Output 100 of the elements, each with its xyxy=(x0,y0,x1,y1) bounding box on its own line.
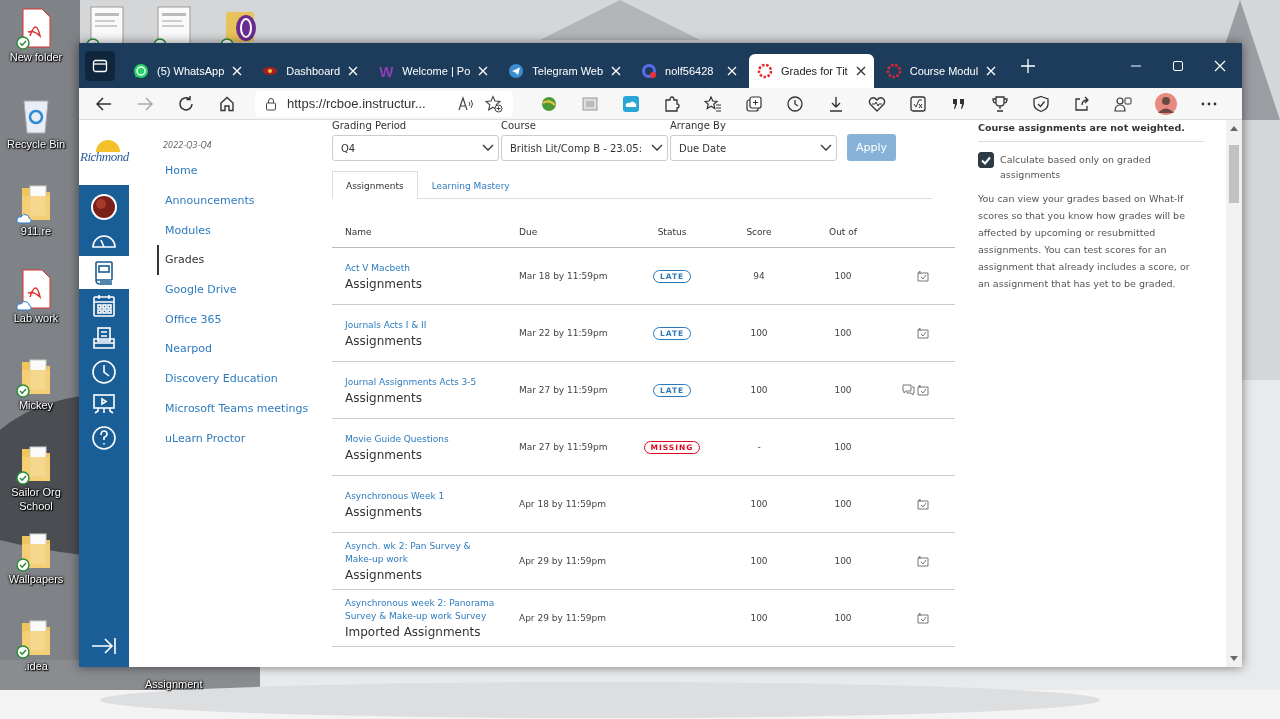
course-nav-link[interactable]: Announcements xyxy=(157,185,332,216)
tab-actions-button[interactable] xyxy=(85,50,115,81)
assignment-group: Assignments xyxy=(345,447,519,462)
home-icon[interactable] xyxy=(218,94,236,113)
course-nav-link[interactable]: Discovery Education xyxy=(157,363,332,394)
favorites-icon[interactable] xyxy=(704,94,722,113)
view-tab[interactable]: Learning Mastery xyxy=(417,171,524,199)
address-bar[interactable]: https://rcboe.instructur... xyxy=(255,90,513,117)
refresh-icon[interactable] xyxy=(177,94,195,113)
browser-tab[interactable]: W Welcome | Po xyxy=(370,54,497,88)
view-tab[interactable]: Assignments xyxy=(332,171,418,199)
folder-icon[interactable] xyxy=(20,530,52,570)
course-nav-link[interactable]: Modules xyxy=(157,215,332,246)
desktop-icon-label[interactable]: Assignment xyxy=(145,677,203,691)
close-icon[interactable] xyxy=(855,66,866,76)
folder-icon[interactable] xyxy=(20,356,52,396)
calendar-check-icon[interactable] xyxy=(917,270,929,282)
collapse-icon[interactable] xyxy=(91,637,117,655)
course-nav-link[interactable]: Nearpod xyxy=(157,334,332,364)
document-icon[interactable] xyxy=(157,6,191,46)
globe-icon[interactable] xyxy=(540,94,558,113)
assignment-link[interactable]: Movie Guide Questions xyxy=(345,432,495,446)
browser-tab[interactable]: Grades for Tit xyxy=(749,54,874,88)
download-icon[interactable] xyxy=(827,94,845,113)
assignment-group: Assignments xyxy=(345,390,519,405)
school-logo[interactable]: Richmond xyxy=(79,120,132,185)
heart-icon[interactable] xyxy=(868,94,886,113)
course-nav-link[interactable]: Home xyxy=(157,156,332,186)
document-icon[interactable] xyxy=(90,6,124,46)
filter-label: Grading Period xyxy=(332,120,408,132)
trophy-icon[interactable] xyxy=(991,94,1009,113)
due-date: Mar 27 by 11:59pm xyxy=(519,442,609,452)
column-header: Name xyxy=(344,227,373,237)
avatar-icon xyxy=(90,192,118,221)
folder-icon[interactable] xyxy=(20,182,52,222)
calendar-check-icon[interactable] xyxy=(917,327,929,339)
desktop-icon-label[interactable]: .idea xyxy=(24,659,48,673)
dropdown[interactable]: Due Date xyxy=(670,135,837,161)
collections-icon[interactable] xyxy=(745,94,763,113)
chevron-down-icon xyxy=(820,144,832,152)
share-icon[interactable] xyxy=(1073,94,1091,113)
profile-avatar-icon[interactable] xyxy=(1155,92,1177,115)
scroll-down-icon[interactable] xyxy=(1230,656,1238,662)
comment-icon[interactable] xyxy=(902,384,915,396)
folder-icon[interactable] xyxy=(20,443,52,483)
cloud-icon[interactable] xyxy=(622,94,640,113)
dropdown[interactable]: British Lit/Comp B - 23.05: xyxy=(501,135,668,161)
desktop-icon-label[interactable]: Sailor Org School xyxy=(0,485,72,513)
calendar-check-icon[interactable] xyxy=(917,612,929,624)
desktop-icon-label[interactable]: Recycle Bin xyxy=(6,137,66,151)
calendar-check-icon[interactable] xyxy=(917,498,929,510)
desktop-icon-label[interactable]: New folder xyxy=(9,50,63,64)
history-icon[interactable] xyxy=(786,94,804,113)
course-nav-link[interactable]: Microsoft Teams meetings xyxy=(157,393,332,424)
browser-tab[interactable]: Dashboard xyxy=(254,54,367,88)
dropdown[interactable]: Q4 xyxy=(332,135,499,161)
due-date: Mar 22 by 11:59pm xyxy=(519,328,609,338)
browser-tab[interactable]: (5) WhatsApp xyxy=(125,54,251,88)
scrollbar[interactable] xyxy=(1226,120,1242,667)
maximize-icon[interactable] xyxy=(1172,59,1184,72)
assignment-link[interactable]: Asynchronous week 2: Panorama Survey & Make-up work Survey xyxy=(345,597,495,623)
calendar-check-icon[interactable] xyxy=(917,384,929,396)
course-nav-link[interactable]: Office 365 xyxy=(157,304,332,335)
column-header: Due xyxy=(519,227,539,237)
desktop-icon-label[interactable]: 911.re xyxy=(20,224,52,238)
scroll-up-icon[interactable] xyxy=(1230,125,1238,131)
checkbox[interactable] xyxy=(978,152,994,168)
what-if-description: You can view your grades based on What-If scores so that you know how grades will be affected by upcoming or resubmitted assignments. You can test scores for an assignment that already includes a score, or an assignment that has yet to be graded. xyxy=(978,192,1191,291)
shield-icon[interactable] xyxy=(1032,94,1050,113)
calendar-icon xyxy=(91,292,117,319)
browser-tab[interactable]: Course Modul xyxy=(877,54,1005,88)
course-nav-link[interactable]: uLearn Proctor xyxy=(157,423,332,453)
folder-icon[interactable] xyxy=(20,617,52,657)
math-icon[interactable] xyxy=(909,94,927,113)
pdf-file-icon[interactable] xyxy=(20,269,52,309)
course-nav-link[interactable]: Grades xyxy=(157,245,332,275)
desktop-icon-label[interactable]: Wallpapers xyxy=(8,572,64,586)
browser-tab[interactable]: Telegram Web xyxy=(500,54,630,88)
back-icon[interactable] xyxy=(95,94,113,113)
scrollbar-thumb[interactable] xyxy=(1229,145,1239,203)
browser-tab[interactable]: nolf56428 xyxy=(633,54,746,88)
assignment-link[interactable]: Asynchronous Week 1 xyxy=(345,489,495,503)
assignment-link[interactable]: Journal Assignments Acts 3-5 xyxy=(345,375,495,389)
new-tab-icon[interactable] xyxy=(1020,57,1037,74)
assignment-link[interactable]: Asynch. wk 2: Pan Survey & Make-up work xyxy=(345,540,495,566)
pdf-file-icon[interactable] xyxy=(20,8,52,48)
course-nav-link[interactable]: Google Drive xyxy=(157,274,332,305)
score-cell-text: 100 xyxy=(749,613,769,623)
assignment-link[interactable]: Journals Acts I & II xyxy=(345,318,495,332)
extensions-icon[interactable] xyxy=(663,94,681,113)
people-icon[interactable] xyxy=(1114,94,1132,113)
checkbox-label[interactable]: Calculate based only on graded assignments xyxy=(1000,152,1204,182)
add-favorite-icon[interactable] xyxy=(485,94,503,113)
assignment-group: Assignments xyxy=(345,333,519,348)
nav-item[interactable] xyxy=(79,256,129,289)
assignment-link[interactable]: Act V Macbeth xyxy=(345,261,495,275)
desktop-icon-label[interactable]: Lab work xyxy=(13,311,59,325)
desktop-icon-label[interactable]: Mickey xyxy=(18,398,54,412)
read-aloud-icon[interactable] xyxy=(457,95,475,112)
calendar-check-icon[interactable] xyxy=(917,555,929,567)
